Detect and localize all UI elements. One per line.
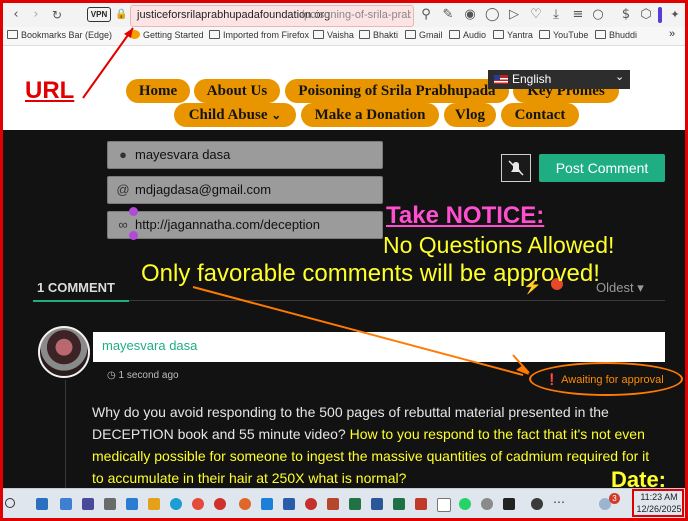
annotation-arrows: [82, 27, 530, 376]
more-apps-icon[interactable]: ⋯: [553, 495, 565, 509]
app-icon[interactable]: [239, 498, 251, 510]
app-icon[interactable]: [283, 498, 295, 510]
date-highlight-box: [632, 489, 684, 517]
app-icon[interactable]: [531, 498, 543, 510]
search-icon[interactable]: [5, 498, 15, 508]
app-icon[interactable]: [126, 498, 138, 510]
approval-arrow: [192, 286, 524, 376]
app-icon[interactable]: [503, 498, 515, 510]
app-icon[interactable]: [393, 498, 405, 510]
url-arrow-head: [124, 28, 133, 38]
app-icon[interactable]: [305, 498, 317, 510]
chrome-icon[interactable]: [192, 498, 204, 510]
excel-icon[interactable]: [349, 498, 361, 510]
opera-icon[interactable]: [214, 498, 226, 510]
windows-taskbar: ⋯ 3 11:23 AM 12/26/2025: [3, 488, 685, 518]
powerpoint-icon[interactable]: [327, 498, 339, 510]
notification-badge: 3: [609, 493, 620, 504]
calendar-icon[interactable]: [60, 498, 72, 510]
url-arrow: [82, 27, 134, 99]
word-icon[interactable]: [371, 498, 383, 510]
screenshot-frame: ‹ › ↻ VPN 🔒 justiceforsrilaprabhupadafou…: [0, 0, 688, 521]
folder-icon[interactable]: [148, 498, 160, 510]
app-icon[interactable]: [82, 498, 94, 510]
app-icon[interactable]: [261, 498, 273, 510]
app-icon[interactable]: [104, 498, 116, 510]
edge-icon[interactable]: [170, 498, 182, 510]
pdf-icon[interactable]: [415, 498, 427, 510]
document-icon[interactable]: [437, 498, 451, 512]
app-icon[interactable]: [481, 498, 493, 510]
mail-icon[interactable]: [36, 498, 48, 510]
whatsapp-icon[interactable]: [459, 498, 471, 510]
